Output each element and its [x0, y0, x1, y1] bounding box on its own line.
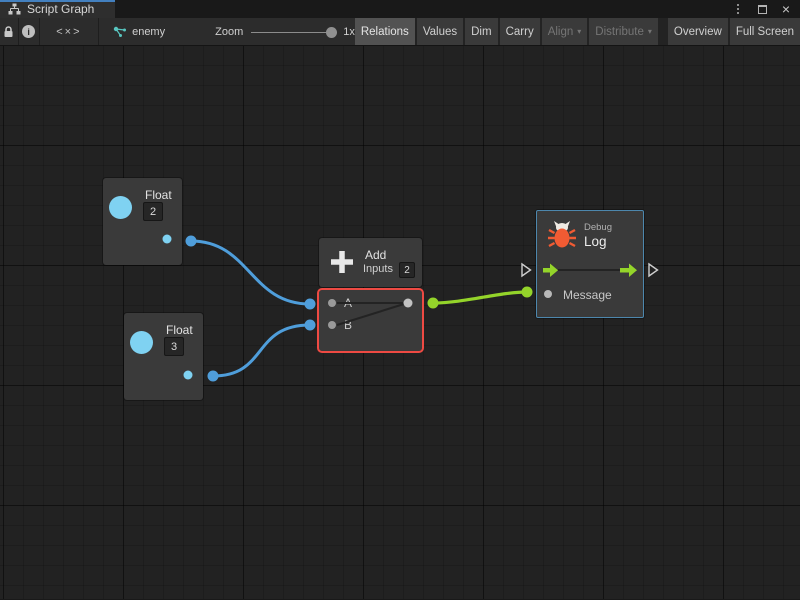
wire-add-to-debug[interactable]	[433, 292, 527, 303]
close-icon[interactable]: ×	[780, 3, 792, 15]
code-angle-icon: <×>	[56, 26, 81, 38]
toolbar-button-overview[interactable]: Overview	[668, 18, 728, 45]
node-title: Add	[365, 248, 386, 262]
wire-endpoint	[305, 299, 316, 310]
float-port-circle[interactable]	[130, 331, 153, 354]
add-node-header[interactable]: Add Inputs 2	[319, 238, 422, 287]
flow-input-port[interactable]	[522, 264, 531, 276]
code-view-button[interactable]: <×>	[40, 18, 99, 45]
graph-context: enemy Zoom 1x	[113, 26, 355, 38]
zoom-label: Zoom	[215, 26, 243, 38]
wire-endpoint	[208, 371, 219, 382]
zoom-slider-thumb[interactable]	[326, 27, 337, 38]
info-icon: i	[22, 25, 35, 38]
window-controls: ×	[732, 0, 800, 18]
lock-icon	[3, 25, 14, 38]
float-value-input[interactable]: 2	[143, 202, 163, 221]
chevron-down-icon: ▾	[648, 27, 652, 36]
toolbar-button-dim[interactable]: Dim	[465, 18, 497, 45]
toolbar-button-fullscreen[interactable]: Full Screen	[730, 18, 800, 45]
inputs-label: Inputs	[363, 263, 393, 275]
wire-endpoint	[428, 298, 439, 309]
inputs-count-input[interactable]: 2	[399, 262, 415, 278]
port-b-label: B	[344, 318, 352, 332]
graph-toolbar: i <×> enemy Zoom 1x Relations Values Dim	[0, 18, 800, 46]
flow-output-port[interactable]	[649, 264, 658, 276]
wire-endpoint	[186, 236, 197, 247]
add-node-ports[interactable]: A B	[319, 290, 422, 351]
graph-canvas[interactable]: Float 2 Float 3 Add Inputs 2 A B	[0, 46, 800, 599]
inspect-button[interactable]: i	[19, 18, 40, 45]
node-title: Log	[584, 234, 607, 249]
toolbar-buttons: Relations Values Dim Carry Align▾ Distri…	[355, 18, 800, 45]
node-title: Float	[166, 323, 193, 337]
graph-hierarchy-icon	[8, 3, 21, 15]
port-a-label: A	[344, 296, 352, 310]
wire-float1-to-add-a[interactable]	[191, 241, 310, 304]
lock-button[interactable]	[0, 18, 19, 45]
node-title: Float	[145, 188, 172, 202]
node-category: Debug	[584, 222, 612, 233]
wire-endpoint	[522, 287, 533, 298]
toolbar-button-values[interactable]: Values	[417, 18, 463, 45]
wire-endpoint	[305, 320, 316, 331]
toolbar-button-distribute[interactable]: Distribute▾	[589, 18, 658, 45]
zoom-slider-track	[251, 32, 337, 33]
tab-title: Script Graph	[27, 2, 94, 16]
titlebar: Script Graph ×	[0, 0, 800, 18]
wire-float2-to-add-b[interactable]	[213, 325, 310, 376]
toolbar-button-align[interactable]: Align▾	[542, 18, 588, 45]
debug-log-node[interactable]: Debug Log Message	[536, 210, 644, 318]
bug-icon	[546, 220, 578, 255]
chevron-down-icon: ▾	[577, 27, 581, 36]
float-node-2[interactable]: Float 3	[124, 313, 203, 400]
float-port-circle[interactable]	[109, 196, 132, 219]
tab-script-graph[interactable]: Script Graph	[0, 0, 115, 18]
zoom-slider[interactable]	[251, 26, 337, 38]
script-graph-icon	[113, 26, 127, 38]
toolbar-button-relations[interactable]: Relations	[355, 18, 415, 45]
graph-name-label: enemy	[132, 26, 165, 38]
float-value-input[interactable]: 3	[164, 337, 184, 356]
zoom-value: 1x	[343, 26, 355, 38]
float-node-1[interactable]: Float 2	[103, 178, 182, 265]
plus-icon	[328, 248, 356, 281]
toolbar-button-carry[interactable]: Carry	[500, 18, 540, 45]
maximize-icon[interactable]	[756, 3, 768, 15]
message-port-label: Message	[563, 288, 612, 302]
more-options-icon[interactable]	[732, 3, 744, 15]
script-graph-window: Script Graph × i <×>	[0, 0, 800, 600]
